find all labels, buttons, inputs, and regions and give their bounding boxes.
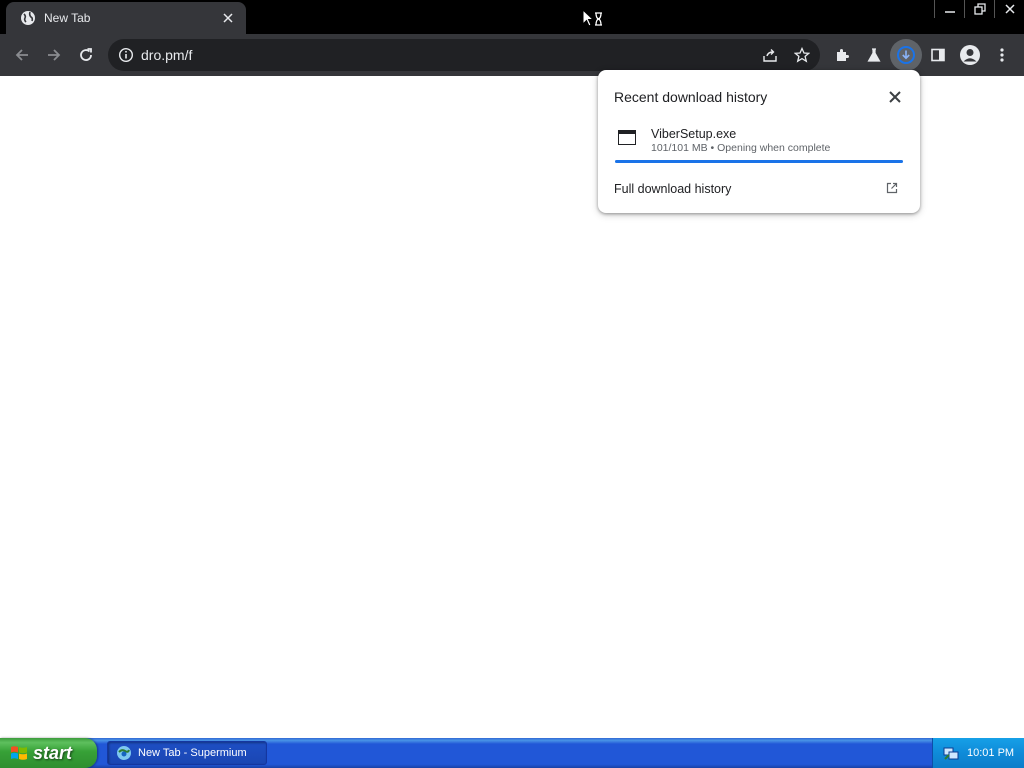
restore-button[interactable] — [964, 0, 994, 18]
download-progress-fill — [615, 160, 903, 163]
full-download-history-label: Full download history — [614, 182, 732, 196]
url-text[interactable]: dro.pm/f — [141, 47, 192, 63]
window-controls — [934, 0, 1024, 18]
download-progress-bar — [615, 160, 903, 163]
profile-button[interactable] — [954, 39, 986, 71]
taskbar-item-label: New Tab - Supermium — [138, 747, 247, 759]
system-tray: 10:01 PM — [932, 738, 1024, 768]
download-button[interactable] — [890, 39, 922, 71]
download-file-name: ViberSetup.exe — [651, 127, 737, 141]
share-icon[interactable] — [758, 43, 782, 67]
start-button[interactable]: start — [0, 738, 97, 768]
bookmark-star-icon[interactable] — [790, 43, 814, 67]
supermium-icon — [116, 745, 132, 761]
taskbar: start New Tab - Supermium 10:01 PM — [0, 738, 1024, 768]
minimize-button[interactable] — [934, 0, 964, 18]
tab-new-tab[interactable]: New Tab — [6, 2, 246, 34]
clock: 10:01 PM — [967, 747, 1015, 759]
extensions-button[interactable] — [826, 39, 858, 71]
file-icon — [618, 130, 636, 145]
address-bar[interactable]: dro.pm/f — [108, 39, 820, 71]
download-bubble: Recent download history ViberSetup.exe 1… — [598, 70, 920, 213]
start-label: start — [33, 742, 73, 763]
back-button[interactable] — [6, 39, 38, 71]
full-download-history-link[interactable]: Full download history — [598, 176, 920, 204]
info-icon[interactable] — [118, 47, 134, 63]
labs-flask-button[interactable] — [858, 39, 890, 71]
close-icon[interactable] — [888, 90, 902, 104]
tab-close-icon[interactable] — [220, 10, 236, 26]
globe-icon — [20, 10, 36, 26]
open-external-icon — [886, 182, 898, 194]
more-menu-button[interactable] — [986, 39, 1018, 71]
forward-button[interactable] — [38, 39, 70, 71]
busy-cursor-icon — [582, 8, 604, 29]
windows-flag-icon — [10, 744, 28, 762]
download-status: 101/101 MB • Opening when complete — [651, 142, 831, 154]
reload-button[interactable] — [70, 39, 102, 71]
network-tray-icon[interactable] — [943, 745, 959, 761]
title-bar: New Tab — [0, 0, 1024, 34]
download-bubble-title: Recent download history — [614, 89, 768, 105]
close-window-button[interactable] — [994, 0, 1024, 18]
taskbar-item-browser[interactable]: New Tab - Supermium — [107, 741, 267, 765]
tab-title: New Tab — [44, 11, 91, 25]
download-item[interactable]: ViberSetup.exe 101/101 MB • Opening when… — [598, 122, 920, 166]
side-panel-button[interactable] — [922, 39, 954, 71]
